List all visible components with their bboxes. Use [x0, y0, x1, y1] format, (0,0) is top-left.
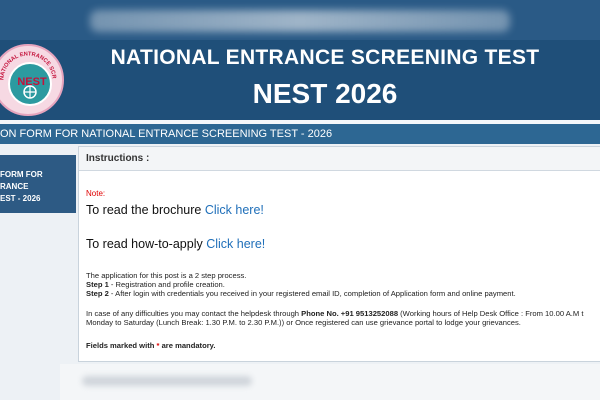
step-2-text: - After login with credentials you recei…	[108, 289, 516, 298]
page-subtitle: NEST 2026	[252, 78, 398, 109]
logo-emblem: NEST	[8, 62, 52, 106]
note-label: Note:	[86, 189, 106, 198]
howto-line: To read how-to-apply Click here!	[86, 237, 265, 251]
helpdesk-line-1: In case of any difficulties you may cont…	[86, 309, 583, 318]
howto-text: To read how-to-apply	[86, 237, 203, 251]
nest-logo: NATIONAL ENTRANCE SCREENING NEST	[0, 44, 64, 116]
instructions-panel: Instructions : Note: To read the brochur…	[78, 146, 600, 362]
brochure-text: To read the brochure	[86, 203, 202, 217]
form-banner: ON FORM FOR NATIONAL ENTRANCE SCREENING …	[0, 124, 600, 144]
page-title: NATIONAL ENTRANCE SCREENING TEST	[110, 46, 540, 69]
helpdesk-text-b: (Working hours of Help Desk Office : Fro…	[398, 309, 584, 318]
sidebar-line-2: RANCE	[0, 182, 29, 191]
step-1-label: Step 1	[86, 280, 109, 289]
helpdesk-text-a: In case of any difficulties you may cont…	[86, 309, 302, 318]
sidebar-item-application-form[interactable]: FORM FOR RANCE EST - 2026	[0, 155, 76, 213]
helpdesk-line-2: Monday to Saturday (Lunch Break: 1.30 P.…	[86, 318, 521, 327]
blurred-bottom-area	[60, 364, 600, 400]
blurred-title	[90, 10, 510, 32]
step-1: Step 1 - Registration and profile creati…	[86, 280, 225, 289]
banner-text: ON FORM FOR NATIONAL ENTRANCE SCREENING …	[0, 128, 333, 140]
blurred-top-bar	[0, 0, 600, 40]
brochure-link[interactable]: Click here!	[205, 203, 264, 217]
sidebar-line-1: FORM FOR	[0, 170, 43, 179]
step-1-text: - Registration and profile creation.	[108, 280, 225, 289]
mandatory-text-b: are mandatory.	[159, 341, 216, 350]
instructions-heading: Instructions :	[86, 153, 150, 164]
howto-link[interactable]: Click here!	[206, 237, 265, 251]
brochure-line: To read the brochure Click here!	[86, 203, 264, 217]
helpdesk-phone: Phone No. +91 9513252088	[301, 309, 399, 318]
mandatory-text: Fields marked with	[86, 341, 157, 350]
step-2: Step 2 - After login with credentials yo…	[86, 289, 516, 298]
process-intro: The application for this post is a 2 ste…	[86, 271, 247, 280]
step-2-label: Step 2	[86, 289, 109, 298]
mandatory-notice: Fields marked with * are mandatory.	[86, 341, 215, 350]
logo-figure-icon	[23, 85, 37, 99]
sidebar-line-3: EST - 2026	[0, 194, 41, 203]
instructions-header: Instructions :	[79, 147, 600, 171]
blurred-text	[82, 376, 252, 386]
site-header: NATIONAL ENTRANCE SCREENING NEST NATIONA…	[0, 40, 600, 120]
